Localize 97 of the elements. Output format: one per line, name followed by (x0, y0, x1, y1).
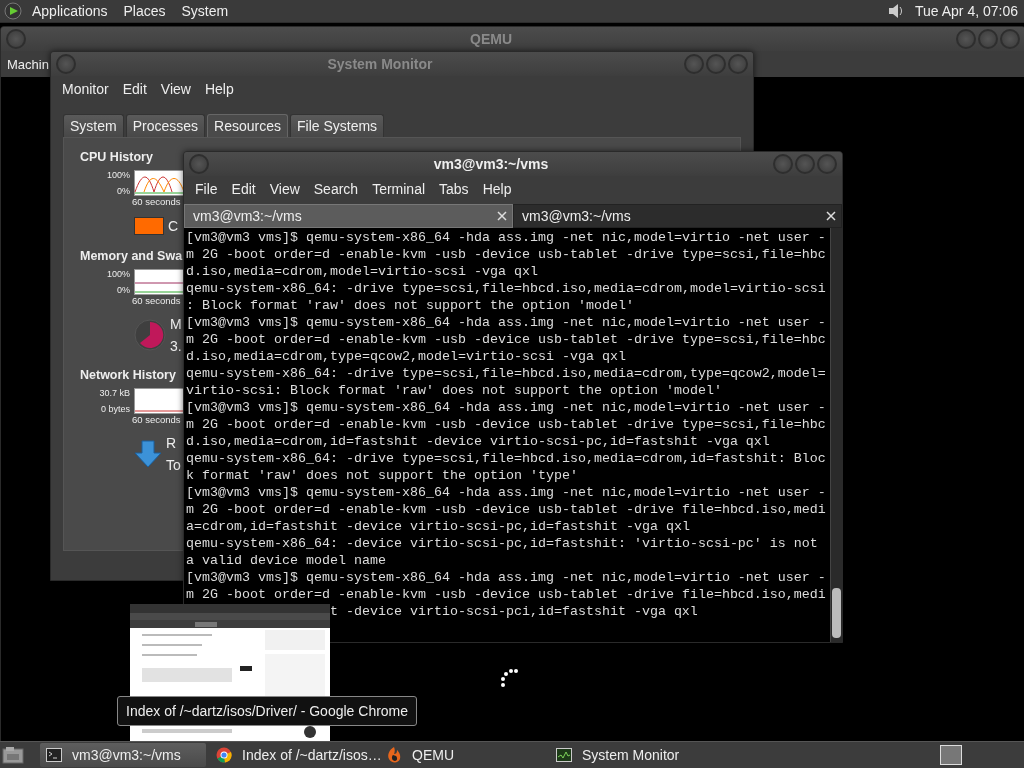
memory-pie-chart (134, 319, 166, 351)
chart-icon (556, 748, 572, 762)
window-menu-button[interactable] (189, 154, 209, 174)
close-icon (496, 210, 508, 222)
window-menu-button[interactable] (56, 54, 76, 74)
terminal-line: a valid device model name (186, 552, 387, 569)
tab[interactable]: Processes (125, 114, 206, 137)
terminal-line: m 2G -boot order=d -enable-kvm -usb -device usb-tablet -drive type=scsi,file=hbc (186, 246, 827, 263)
axis-label: 60 seconds (132, 196, 181, 207)
panel-menu[interactable]: System (175, 3, 235, 19)
terminal-line: k format 'raw' does not support the option 'type' (186, 467, 579, 484)
volume-icon[interactable] (887, 2, 905, 20)
terminal-line: qemu-system-x86_64: -drive type=scsi,file=hbcd.iso,media=cdrom,id=fastshit: Bloc (186, 450, 827, 467)
menu-item[interactable]: Help (197, 81, 241, 97)
axis-label: 0 bytes (100, 404, 130, 414)
workspace-switcher[interactable] (940, 745, 962, 765)
taskbar-button[interactable]: vm3@vm3:~/vms (40, 743, 206, 767)
terminal-line: a=cdrom,id=fastshit -device virtio-scsi-pc,id=fastshit -vga qxl (186, 518, 691, 535)
axis-label: 0% (117, 285, 130, 295)
axis-label: 0% (117, 186, 130, 196)
axis-label: 60 seconds (132, 295, 181, 306)
terminal-line: d.iso,media=cdrom,id=fastshit -device virtio-scsi-pc,id=fastshit -vga qxl (186, 433, 771, 450)
tab[interactable]: Resources (207, 114, 288, 137)
terminal-tab[interactable]: vm3@vm3:~/vms (184, 204, 513, 228)
legend-label: To (166, 457, 181, 473)
terminal-icon (46, 748, 62, 762)
axis-label: 100% (106, 170, 130, 180)
legend-label: 3. (170, 338, 182, 354)
flame-icon (386, 746, 402, 764)
terminal-line: m 2G -boot order=d -enable-kvm -usb -device usb-tablet -drive type=scsi,file=hbc (186, 416, 827, 433)
show-desktop-icon[interactable] (2, 745, 24, 765)
terminal-line: t -device virtio-scsi-pci,id=fastshit -vga qxl (328, 603, 699, 620)
menu-item[interactable]: Help (475, 181, 519, 197)
menu-item[interactable]: Edit (224, 181, 263, 197)
terminal-line: d.iso,media=cdrom,type=qcow2,model=virtio-scsi -vga qxl (186, 348, 627, 365)
down-arrow-icon (134, 440, 162, 468)
terminal-line: [vm3@vm3 vms]$ qemu-system-x86_64 -hda ass.img -net nic,model=virtio -net user - (186, 229, 827, 246)
browser-icon (216, 747, 232, 763)
section-title: Memory and Swa (80, 249, 183, 263)
terminal-line: [vm3@vm3 vms]$ qemu-system-x86_64 -hda ass.img -net nic,model=virtio -net user - (186, 314, 827, 331)
close-tab-button[interactable] (825, 210, 837, 222)
terminal-line: qemu-system-x86_64: -device virtio-scsi-pc,id=fastshit: 'virtio-scsi-pc' is not (186, 535, 819, 552)
close-button[interactable] (817, 154, 837, 174)
cpu-color-swatch[interactable] (134, 217, 164, 235)
taskbar-button[interactable]: QEMU (380, 743, 546, 767)
panel-menu[interactable]: Places (117, 3, 172, 19)
menu-item[interactable]: View (153, 81, 198, 97)
menu-item[interactable]: Search (306, 181, 366, 197)
window-title: System Monitor (326, 56, 434, 72)
minimize-button[interactable] (684, 54, 704, 74)
panel-menu[interactable]: Applications (26, 3, 114, 19)
menu-item[interactable]: Terminal (365, 181, 433, 197)
maximize-button[interactable] (795, 154, 815, 174)
window-menu-button[interactable] (6, 29, 26, 49)
maximize-button[interactable] (706, 54, 726, 74)
window-title: vm3@vm3:~/vms (432, 156, 550, 172)
axis-label: 100% (106, 269, 130, 279)
window-title: QEMU (469, 31, 513, 47)
close-icon (825, 210, 837, 222)
axis-label: 30.7 kB (99, 388, 130, 398)
clock[interactable]: Tue Apr 4, 07:06 (909, 3, 1020, 19)
terminal-line: qemu-system-x86_64: -drive type=scsi,file=hbcd.iso,media=cdrom,type=qcow2,model= (186, 365, 827, 382)
close-button[interactable] (728, 54, 748, 74)
maximize-button[interactable] (978, 29, 998, 49)
taskbar-button[interactable]: System Monitor (550, 743, 716, 767)
terminal-line: qemu-system-x86_64: -drive type=scsi,file=hbcd.iso,media=cdrom,model=virtio-scsi (186, 280, 827, 297)
menu-item[interactable]: Monitor (55, 81, 116, 97)
tooltip: Index of /~dartz/isos/Driver/ - Google Chrome (117, 696, 418, 726)
scrollbar[interactable] (830, 228, 842, 642)
tab[interactable]: System (63, 114, 124, 137)
terminal-line: m 2G -boot order=d -enable-kvm -usb -device usb-tablet -drive file=hbcd.iso,medi (186, 501, 827, 518)
menu-item[interactable]: Machin (5, 56, 51, 72)
terminal-tab[interactable]: vm3@vm3:~/vms (513, 204, 842, 228)
terminal-line: [vm3@vm3 vms]$ qemu-system-x86_64 -hda ass.img -net nic,model=virtio -net user - (186, 399, 827, 416)
terminal-line: m 2G -boot order=d -enable-kvm -usb -device usb-tablet -drive file=hbcd.iso,medi (186, 586, 827, 603)
terminal-line: m 2G -boot order=d -enable-kvm -usb -device usb-tablet -drive type=scsi,file=hbc (186, 331, 827, 348)
menu-item[interactable]: File (188, 181, 225, 197)
minimize-button[interactable] (773, 154, 793, 174)
terminal-line: [vm3@vm3 vms]$ qemu-system-x86_64 -hda ass.img -net nic,model=virtio -net user - (186, 569, 827, 586)
axis-label: 60 seconds (132, 414, 181, 425)
play-circle-icon[interactable] (4, 2, 22, 20)
section-title: Network History (80, 368, 176, 382)
terminal-line: [vm3@vm3 vms]$ qemu-system-x86_64 -hda ass.img -net nic,model=virtio -net user - (186, 484, 827, 501)
close-button[interactable] (1000, 29, 1020, 49)
menu-item[interactable]: Edit (115, 81, 154, 97)
minimize-button[interactable] (956, 29, 976, 49)
menu-item[interactable]: Tabs (432, 181, 476, 197)
legend-label: M (170, 316, 182, 332)
terminal-line: : Block format 'raw' does not support the option 'model' (186, 297, 635, 314)
close-tab-button[interactable] (496, 210, 508, 222)
legend-label: R (166, 435, 178, 451)
terminal-line: d.iso,media=cdrom,model=virtio-scsi -vga qxl (186, 263, 539, 280)
tab[interactable]: File Systems (289, 114, 385, 137)
legend-label: C (168, 218, 179, 234)
terminal-line: virtio-scsi: Block format 'raw' does not support the option 'model' (186, 382, 723, 399)
section-title: CPU History (80, 150, 153, 164)
menu-item[interactable]: View (262, 181, 307, 197)
